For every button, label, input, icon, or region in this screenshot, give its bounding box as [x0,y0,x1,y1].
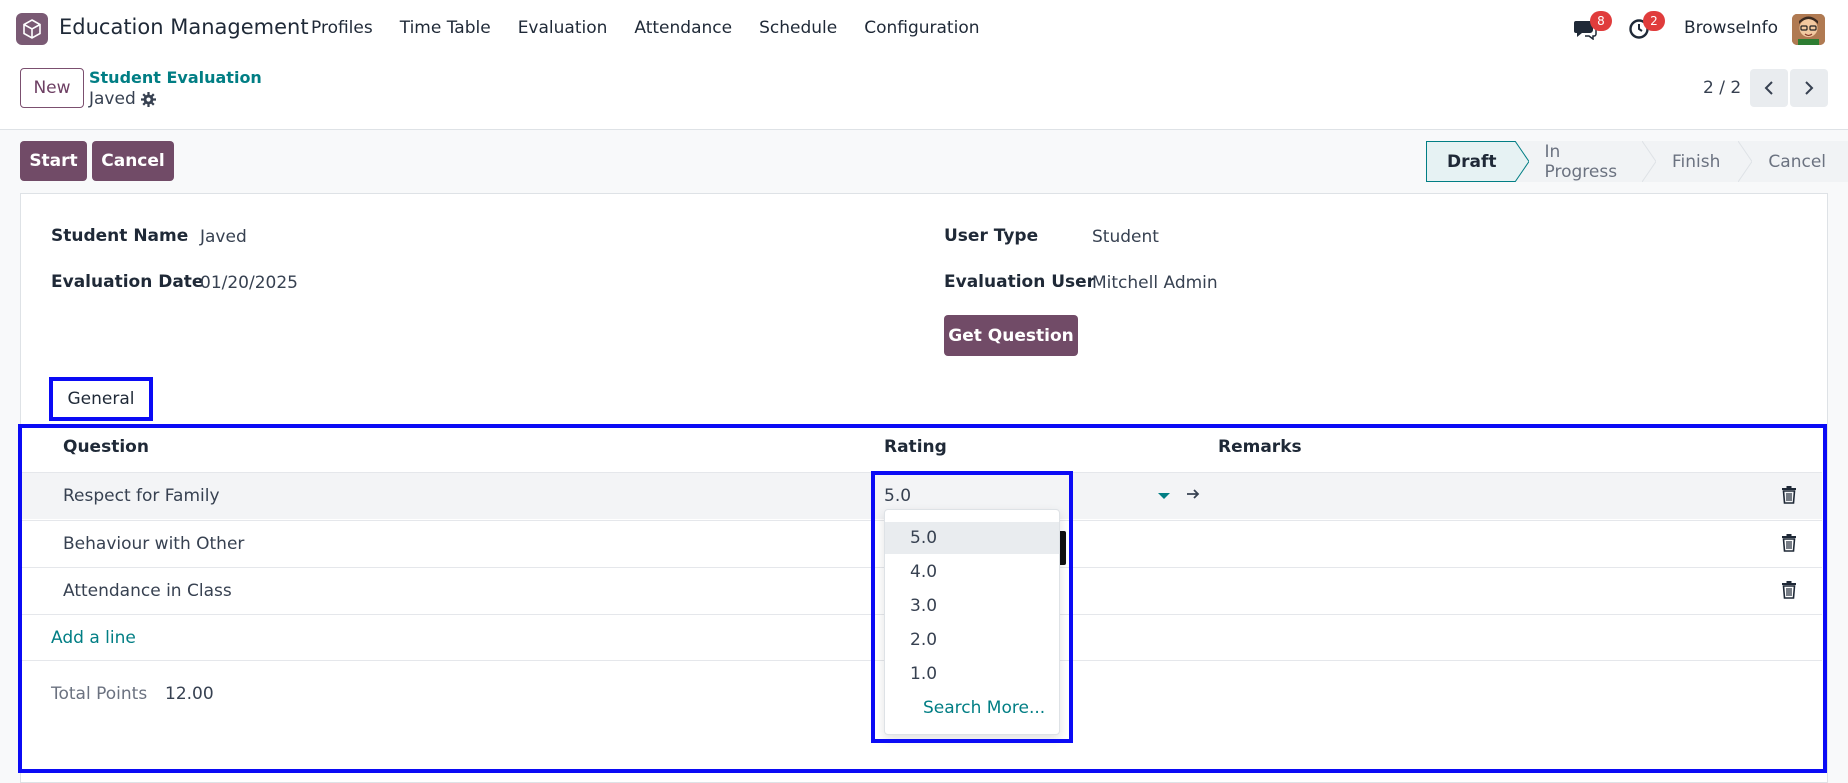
evaluation-user-field[interactable]: Mitchell Admin [1092,273,1218,293]
total-points-value: 12.00 [165,684,214,704]
record-name-text: Javed [89,89,136,109]
add-line-link[interactable]: Add a line [51,628,136,648]
user-menu-name[interactable]: BrowseInfo [1684,18,1778,38]
rating-highlight-box [871,471,1073,743]
stage-cancel-label: Cancel [1768,151,1826,172]
pager-value[interactable]: 2 / 2 [1703,78,1741,98]
student-name-label: Student Name [51,226,189,246]
tab-general[interactable]: General [49,377,153,421]
stage-finish-label: Finish [1672,151,1721,172]
user-avatar[interactable] [1792,14,1825,45]
activities-badge: 2 [1643,11,1665,31]
question-cell[interactable]: Attendance in Class [63,581,232,601]
pager-next-button[interactable] [1790,69,1828,107]
trash-icon[interactable] [1781,581,1797,599]
column-header-rating[interactable]: Rating [884,437,947,457]
app-logo-icon[interactable] [16,13,48,45]
gear-icon[interactable] [140,91,156,107]
stage-in-progress-label: In Progress [1544,141,1618,182]
status-bar: Draft In Progress Finish Cancel [1426,141,1848,182]
stage-cancel[interactable]: Cancel [1738,141,1848,182]
start-button[interactable]: Start [20,141,87,181]
student-name-field[interactable]: Javed [200,227,247,247]
user-type-label: User Type [944,226,1039,246]
user-type-field[interactable]: Student [1092,227,1159,247]
chevron-left-icon [1764,81,1773,95]
top-navbar: Education Management Profiles Time Table… [0,0,1848,58]
trash-icon[interactable] [1781,534,1797,552]
stage-finish[interactable]: Finish [1642,141,1753,182]
menu-evaluation[interactable]: Evaluation [518,18,608,38]
control-panel: New Student Evaluation Javed 2 / 2 [0,58,1848,130]
breadcrumb-record: Javed [89,89,156,109]
column-header-remarks[interactable]: Remarks [1218,437,1302,457]
app-name[interactable]: Education Management [59,15,309,39]
messages-badge: 8 [1590,11,1612,31]
stage-draft-label: Draft [1447,151,1497,172]
menu-time-table[interactable]: Time Table [400,18,491,38]
evaluation-date-field[interactable]: 01/20/2025 [200,273,298,293]
pager-previous-button[interactable] [1750,69,1788,107]
new-button[interactable]: New [20,68,84,108]
menu-schedule[interactable]: Schedule [759,18,837,38]
evaluation-user-label: Evaluation User [944,272,1096,292]
menu-configuration[interactable]: Configuration [864,18,979,38]
cancel-button[interactable]: Cancel [92,141,174,181]
menu-attendance[interactable]: Attendance [634,18,732,38]
caret-down-icon[interactable] [1158,493,1170,499]
get-question-button[interactable]: Get Question [944,315,1078,356]
main-menu: Profiles Time Table Evaluation Attendanc… [311,18,1007,38]
evaluation-date-label: Evaluation Date [51,272,204,292]
question-cell[interactable]: Behaviour with Other [63,534,244,554]
question-cell[interactable]: Respect for Family [63,486,220,506]
column-header-question[interactable]: Question [63,437,149,457]
total-points-label: Total Points [51,684,148,704]
stage-in-progress[interactable]: In Progress [1514,141,1656,182]
stage-draft[interactable]: Draft [1426,141,1529,182]
trash-icon[interactable] [1781,486,1797,504]
chevron-right-icon [1805,81,1814,95]
menu-profiles[interactable]: Profiles [311,18,373,38]
arrow-right-icon[interactable] [1185,486,1201,502]
breadcrumb-student-evaluation[interactable]: Student Evaluation [89,68,262,87]
